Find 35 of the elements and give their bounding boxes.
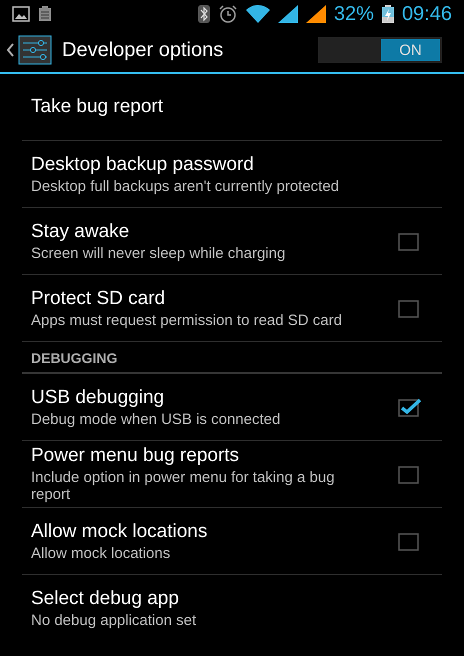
sliders-icon bbox=[18, 35, 52, 65]
gallery-icon bbox=[12, 6, 30, 22]
checkbox[interactable] bbox=[398, 464, 422, 484]
setting-title[interactable]: Allow mock locations bbox=[31, 520, 398, 542]
clock: 09:46 bbox=[402, 2, 452, 26]
master-switch[interactable]: ON bbox=[318, 37, 442, 63]
checkbox[interactable] bbox=[398, 397, 422, 417]
setting-title[interactable]: Select debug app bbox=[31, 588, 422, 610]
back-caret-icon[interactable] bbox=[6, 43, 14, 57]
setting-summary: Include option in power menu for taking a bug report bbox=[31, 469, 336, 503]
section-header: DEBUGGING bbox=[22, 342, 442, 374]
wifi-icon bbox=[246, 5, 270, 23]
setting-title[interactable]: Stay awake bbox=[31, 220, 398, 242]
setting-title[interactable]: Take bug report bbox=[31, 96, 422, 118]
setting-summary: Apps must request permission to read SD card bbox=[31, 312, 343, 328]
setting-summary: Debug mode when USB is connected bbox=[31, 410, 282, 428]
setting-summary: Desktop full backups aren't currently protected bbox=[31, 178, 340, 194]
alarm-clock-icon bbox=[218, 5, 238, 23]
setting-title[interactable]: Power menu bug reports bbox=[31, 445, 398, 467]
setting-summary: No debug application set bbox=[31, 612, 198, 628]
battery-percent: 32% bbox=[334, 2, 374, 26]
signal-icon bbox=[306, 5, 326, 23]
screen-title: Developer options bbox=[62, 38, 224, 62]
setting-summary: Screen will never sleep while charging bbox=[31, 244, 286, 262]
battery-charging-icon bbox=[382, 5, 394, 23]
checkbox[interactable] bbox=[398, 531, 422, 551]
clipboard-icon bbox=[38, 6, 52, 22]
setting-title[interactable]: USB debugging bbox=[31, 386, 398, 408]
setting-title[interactable]: Desktop backup password bbox=[31, 154, 422, 176]
setting-summary: Allow mock locations bbox=[31, 544, 172, 562]
bluetooth-icon bbox=[198, 5, 210, 23]
checkbox[interactable] bbox=[398, 298, 422, 318]
checkbox[interactable] bbox=[398, 231, 422, 251]
setting-title[interactable]: Protect SD card bbox=[31, 288, 398, 310]
signal-icon bbox=[278, 5, 298, 23]
